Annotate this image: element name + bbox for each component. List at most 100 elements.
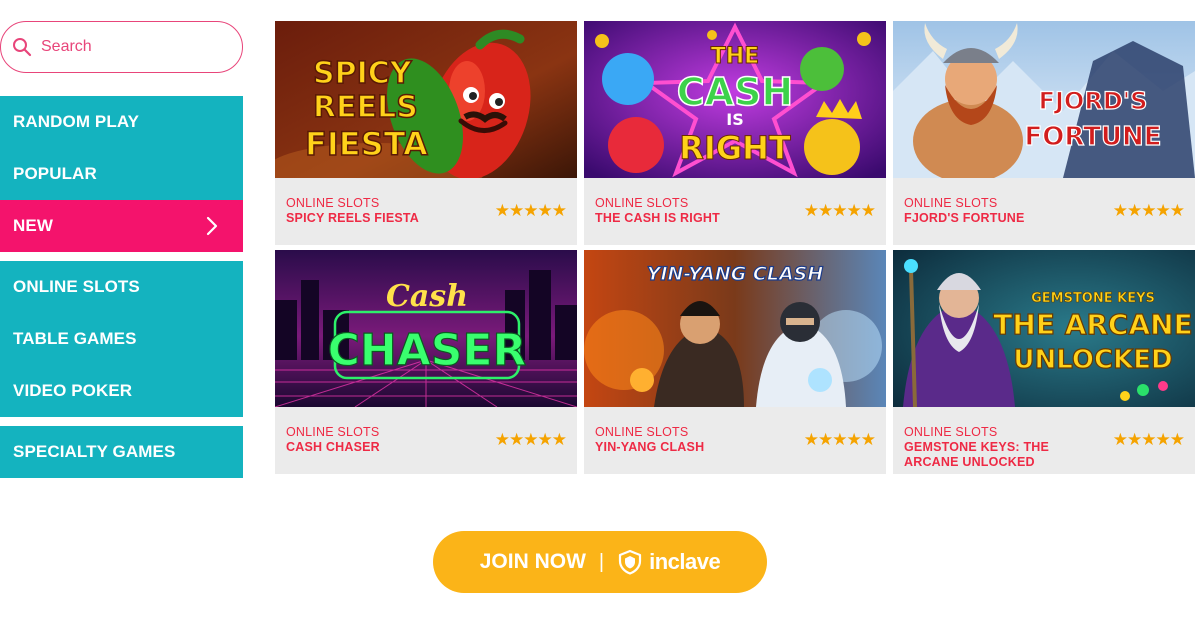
- game-title: GEMSTONE KEYS: THE ARCANE UNLOCKED: [904, 440, 1050, 469]
- sidebar-item-label: ONLINE SLOTS: [13, 277, 140, 296]
- game-card-yin-yang-clash[interactable]: YIN-YANG CLASH ONLINE SLOTS YIN-YANG CLA…: [584, 250, 886, 474]
- star-icon: ★: [832, 201, 847, 220]
- game-art-title: YIN-YANG CLASH: [647, 263, 824, 285]
- star-icon: ★: [1112, 201, 1128, 220]
- game-art-title: GEMSTONE KEYS: [1031, 291, 1155, 306]
- game-card-the-cash-is-right[interactable]: THE CASH IS RIGHT ONLINE SLOTS THE CASH …: [584, 21, 886, 245]
- game-art-title: THE: [711, 44, 759, 69]
- sidebar-item-popular[interactable]: POPULAR: [0, 148, 243, 200]
- star-icon: ★: [846, 430, 862, 449]
- sidebar-item-label: TABLE GAMES: [13, 329, 137, 348]
- game-title: SPICY REELS FIESTA: [286, 211, 420, 225]
- star-icon: ★: [818, 201, 833, 220]
- separator: |: [598, 550, 605, 573]
- rating-stars: ★★★★★: [494, 201, 567, 221]
- star-icon: ★: [551, 430, 567, 449]
- game-art-yin-yang-clash: YIN-YANG CLASH: [584, 250, 886, 407]
- game-title: THE CASH IS RIGHT: [595, 211, 720, 225]
- star-icon: ★: [803, 201, 819, 220]
- inclave-brand: inclave: [617, 549, 721, 575]
- sidebar-group-categories: ONLINE SLOTS TABLE GAMES VIDEO POKER: [0, 261, 243, 417]
- star-icon: ★: [523, 430, 538, 449]
- star-icon: ★: [1169, 430, 1185, 449]
- game-thumbnail[interactable]: Cash CHASER: [275, 250, 577, 407]
- sidebar-item-label: RANDOM PLAY: [13, 112, 140, 131]
- game-art-fjords-fortune: FJORD'S FORTUNE: [893, 21, 1195, 178]
- star-icon: ★: [537, 430, 553, 449]
- sidebar-item-label: NEW: [13, 216, 53, 235]
- star-icon: ★: [494, 430, 510, 449]
- game-card-fjords-fortune[interactable]: FJORD'S FORTUNE ONLINE SLOTS FJORD'S FOR…: [893, 21, 1195, 245]
- star-icon: ★: [1112, 430, 1128, 449]
- star-icon: ★: [846, 201, 862, 220]
- game-art-cash-chaser: Cash CHASER: [275, 250, 577, 407]
- game-title: FJORD'S FORTUNE: [904, 211, 1025, 225]
- game-art-title: IS: [726, 110, 743, 129]
- inclave-brand-label: inclave: [649, 549, 721, 574]
- game-thumbnail[interactable]: YIN-YANG CLASH: [584, 250, 886, 407]
- game-category: ONLINE SLOTS: [595, 196, 689, 210]
- game-thumbnail[interactable]: THE CASH IS RIGHT: [584, 21, 886, 178]
- sidebar-group-browse: RANDOM PLAY POPULAR NEW: [0, 96, 243, 252]
- star-icon: ★: [832, 430, 847, 449]
- game-thumbnail[interactable]: SPICY REELS FIESTA: [275, 21, 577, 178]
- sidebar-item-label: SPECIALTY GAMES: [13, 442, 176, 461]
- star-icon: ★: [1155, 201, 1171, 220]
- star-icon: ★: [1141, 201, 1156, 220]
- game-category: ONLINE SLOTS: [286, 425, 380, 439]
- star-icon: ★: [509, 201, 524, 220]
- join-now-button[interactable]: JOIN NOW | inclave: [433, 531, 767, 593]
- search-box[interactable]: [0, 21, 243, 73]
- sidebar-item-online-slots[interactable]: ONLINE SLOTS: [0, 261, 243, 313]
- game-category: ONLINE SLOTS: [286, 196, 380, 210]
- star-icon: ★: [803, 430, 819, 449]
- rating-stars: ★★★★★: [803, 430, 876, 450]
- star-icon: ★: [551, 201, 567, 220]
- search-input[interactable]: [41, 38, 242, 56]
- star-icon: ★: [1127, 430, 1142, 449]
- game-card-cash-chaser[interactable]: Cash CHASER ONLINE SLOTS CASH CHASER ★★★…: [275, 250, 577, 474]
- game-art-spicy-reels-fiesta: SPICY REELS FIESTA: [275, 21, 577, 178]
- sidebar-group-specialty: SPECIALTY GAMES: [0, 426, 243, 478]
- rating-stars: ★★★★★: [1112, 430, 1185, 450]
- game-card-spicy-reels-fiesta[interactable]: SPICY REELS FIESTA ONLINE SLOTS SPICY RE…: [275, 21, 577, 245]
- sidebar-item-new[interactable]: NEW: [0, 200, 243, 252]
- game-art-title: FIESTA: [305, 125, 428, 163]
- star-icon: ★: [1169, 201, 1185, 220]
- rating-stars: ★★★★★: [1112, 201, 1185, 221]
- sidebar-item-video-poker[interactable]: VIDEO POKER: [0, 365, 243, 417]
- game-thumbnail[interactable]: FJORD'S FORTUNE: [893, 21, 1195, 178]
- star-icon: ★: [1127, 201, 1142, 220]
- game-art-title: CHASER: [328, 325, 527, 376]
- star-icon: ★: [494, 201, 510, 220]
- game-title: CASH CHASER: [286, 440, 380, 454]
- star-icon: ★: [523, 201, 538, 220]
- game-title: YIN-YANG CLASH: [595, 440, 705, 454]
- rating-stars: ★★★★★: [803, 201, 876, 221]
- game-thumbnail[interactable]: GEMSTONE KEYS THE ARCANE UNLOCKED: [893, 250, 1195, 407]
- star-icon: ★: [509, 430, 524, 449]
- sidebar-item-table-games[interactable]: TABLE GAMES: [0, 313, 243, 365]
- game-art-title: Cash: [386, 279, 468, 314]
- game-category: ONLINE SLOTS: [904, 425, 998, 439]
- star-icon: ★: [1141, 430, 1156, 449]
- star-icon: ★: [860, 201, 876, 220]
- game-card-gemstone-keys[interactable]: GEMSTONE KEYS THE ARCANE UNLOCKED ONLINE…: [893, 250, 1195, 474]
- game-art-title: FJORD'S: [1039, 87, 1148, 115]
- sidebar-item-random-play[interactable]: RANDOM PLAY: [0, 96, 243, 148]
- join-now-label: JOIN NOW: [479, 550, 586, 573]
- game-category: ONLINE SLOTS: [904, 196, 998, 210]
- chevron-right-icon: [206, 216, 218, 236]
- sidebar-item-specialty-games[interactable]: SPECIALTY GAMES: [0, 426, 243, 478]
- game-art-title: FORTUNE: [1024, 122, 1161, 152]
- star-icon: ★: [1155, 430, 1171, 449]
- search-icon: [13, 38, 32, 57]
- rating-stars: ★★★★★: [494, 430, 567, 450]
- game-art-title: CASH: [677, 70, 793, 114]
- game-art-title: REELS: [313, 90, 418, 125]
- star-icon: ★: [818, 430, 833, 449]
- game-art-title: THE ARCANE: [993, 308, 1192, 341]
- inclave-shield-icon: [619, 549, 642, 575]
- sidebar-item-label: POPULAR: [13, 164, 97, 183]
- game-art-title: RIGHT: [679, 129, 791, 167]
